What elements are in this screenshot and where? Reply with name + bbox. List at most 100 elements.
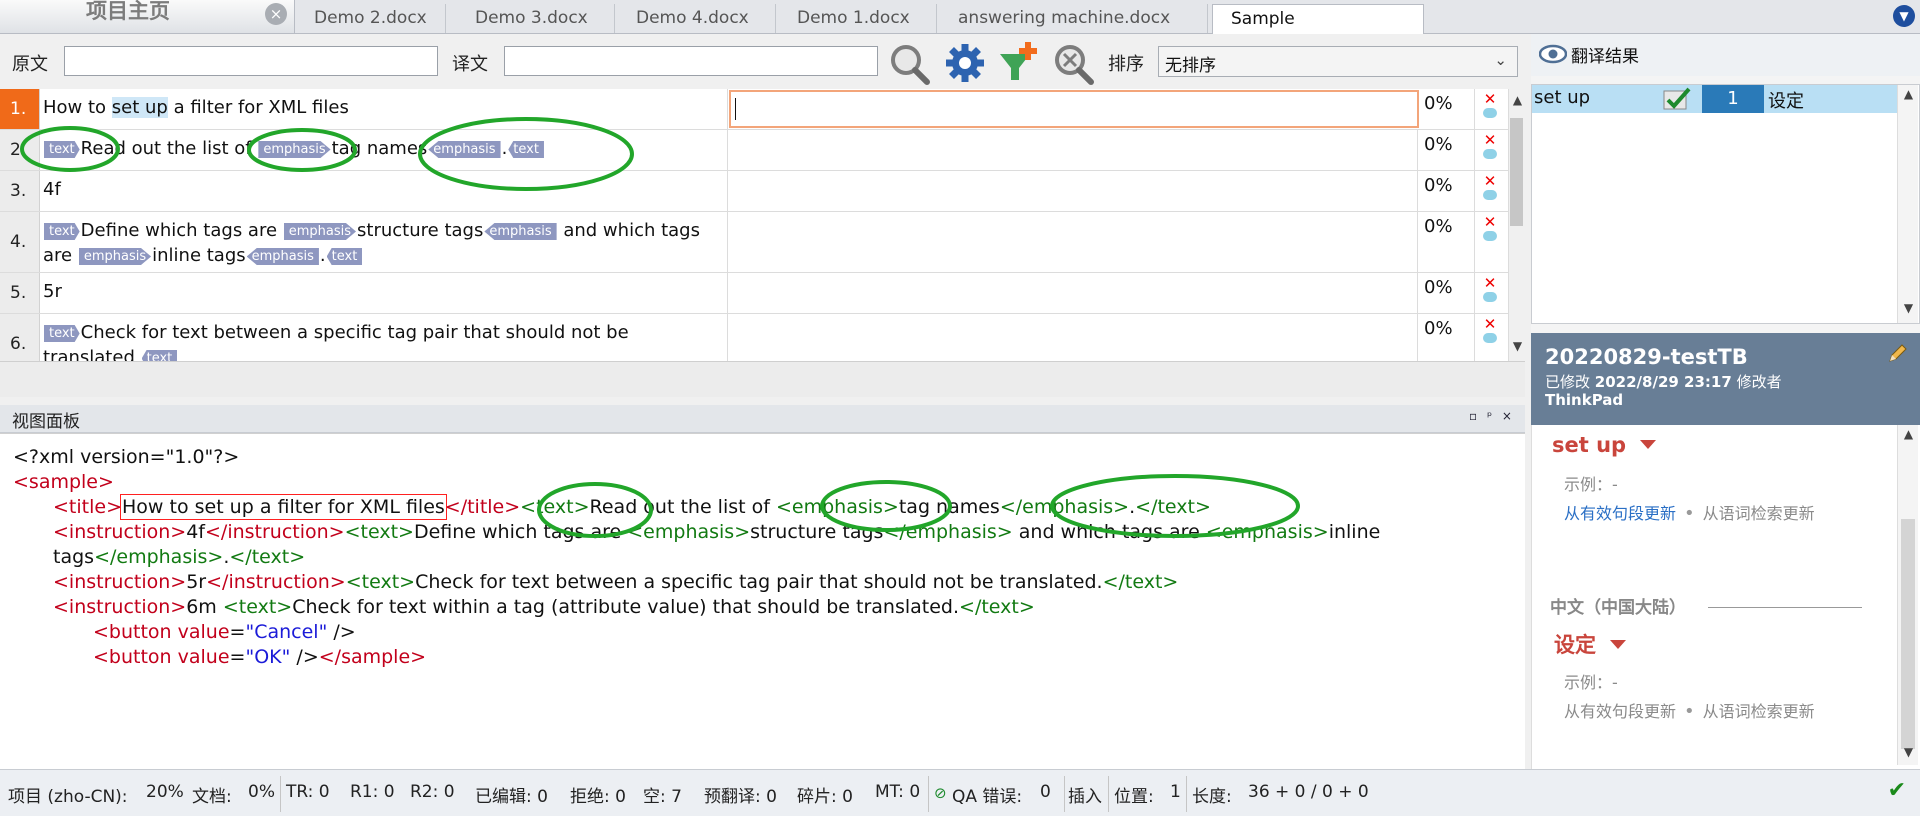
inline-tag-open[interactable]: text: [44, 141, 80, 158]
scroll-down-icon[interactable]: ▼: [1900, 745, 1917, 759]
tab-demo-1[interactable]: Demo 1.docx: [779, 4, 937, 33]
segment-row[interactable]: 3. 4f 0% ✕: [0, 171, 1508, 212]
not-confirmed-icon[interactable]: ✕: [1476, 275, 1504, 291]
not-confirmed-icon[interactable]: ✕: [1476, 132, 1504, 148]
segment-target[interactable]: [728, 273, 1418, 313]
status-mt: MT: 0: [875, 782, 921, 802]
not-confirmed-icon[interactable]: ✕: [1476, 316, 1504, 332]
xml-source-view[interactable]: <?xml version="1.0"?> <sample> <title>How …: [0, 433, 1525, 769]
comment-icon[interactable]: [1483, 108, 1497, 118]
settings-gear-icon[interactable]: [942, 40, 988, 86]
inline-tag-close[interactable]: text: [326, 248, 363, 265]
not-confirmed-icon[interactable]: ✕: [1476, 91, 1504, 107]
segment-target-editor[interactable]: [729, 90, 1419, 128]
segment-row[interactable]: 4. text Define which tags are emphasis str…: [0, 212, 1508, 273]
source-text: How to: [43, 97, 112, 118]
segment-target[interactable]: [728, 212, 1418, 272]
xml-inner-tag: <text>: [345, 571, 416, 593]
edit-pencil-icon[interactable]: [1886, 343, 1908, 365]
not-confirmed-icon[interactable]: ✕: [1476, 173, 1504, 189]
inline-tag-open[interactable]: emphasis: [283, 223, 357, 240]
status-bar: 项目 (zho-CN): 20% 文档: 0% TR: 0 R1: 0 R2: …: [0, 769, 1920, 816]
target-language: 中文（中国大陆）: [1550, 598, 1686, 618]
source-term: set up: [1552, 433, 1627, 457]
translation-results-table: set up 1 设定: [1531, 84, 1920, 324]
update-from-lookup-link[interactable]: 从语词检索更新: [1703, 504, 1815, 523]
inline-tag-close[interactable]: text: [508, 141, 544, 158]
tab-project-home[interactable]: 项目主页: [0, 0, 295, 33]
separator-dot: •: [1684, 503, 1695, 524]
xml-tag: </instruction>: [206, 571, 346, 593]
scroll-down-icon[interactable]: ▼: [1900, 301, 1917, 315]
termbase-scrollbar[interactable]: ▲ ▼: [1897, 425, 1918, 765]
xml-tag: </instruction>: [205, 521, 345, 543]
results-scrollbar[interactable]: ▲ ▼: [1897, 85, 1918, 323]
segment-row[interactable]: 5. 5r 0% ✕: [0, 273, 1508, 314]
scrollbar-thumb[interactable]: [1901, 519, 1915, 749]
target-filter-input[interactable]: [504, 46, 878, 76]
sort-select[interactable]: 无排序 ⌄: [1158, 46, 1518, 77]
tab-demo-3[interactable]: Demo 3.docx: [457, 4, 615, 33]
comment-icon[interactable]: [1483, 190, 1497, 200]
inline-tag-open[interactable]: text: [44, 223, 80, 240]
scrollbar-thumb[interactable]: [1510, 118, 1523, 226]
update-from-segment-link[interactable]: 从有效句段更新: [1564, 504, 1676, 523]
term-menu-caret-icon[interactable]: [1610, 640, 1626, 649]
target-term: 设定: [1554, 633, 1596, 657]
tab-demo-2[interactable]: Demo 2.docx: [296, 4, 446, 33]
xml-attribute-value: "Cancel": [245, 621, 328, 643]
status-divider: [928, 776, 929, 812]
tab-answering-machine[interactable]: answering machine.docx: [940, 4, 1208, 33]
translation-result-row[interactable]: set up 1 设定: [1532, 85, 1898, 113]
segment-target[interactable]: [728, 314, 1418, 361]
segment-target[interactable]: [728, 171, 1418, 211]
inline-tag-close[interactable]: emphasis: [428, 141, 501, 158]
tab-label: Demo 2.docx: [314, 8, 427, 28]
close-icon[interactable]: ×: [265, 3, 287, 25]
clear-filter-icon[interactable]: [1050, 40, 1096, 86]
comment-icon[interactable]: [1483, 149, 1497, 159]
segment-row[interactable]: 6. text Check for text between a specific…: [0, 314, 1508, 361]
search-icon[interactable]: [886, 40, 932, 86]
tab-sample-general[interactable]: Sample general.xml×: [1212, 4, 1424, 58]
term-menu-caret-icon[interactable]: [1640, 440, 1657, 449]
segment-number: 5.: [0, 273, 40, 313]
add-filter-icon[interactable]: [996, 40, 1042, 86]
segment-status-icons: ✕: [1476, 91, 1504, 118]
scroll-up-icon[interactable]: ▲: [1900, 87, 1917, 101]
inline-tag-close[interactable]: text: [141, 350, 178, 361]
inline-tag-open[interactable]: emphasis: [258, 141, 331, 158]
inline-tag-close[interactable]: emphasis: [246, 248, 319, 265]
xml-text: =: [229, 646, 246, 668]
update-from-segment-link[interactable]: 从有效句段更新: [1564, 702, 1676, 721]
comment-icon[interactable]: [1483, 333, 1497, 343]
update-from-lookup-link[interactable]: 从语词检索更新: [1703, 702, 1815, 721]
xml-inner-tag: <emphasis>: [627, 521, 751, 543]
xml-tag: <instruction>: [53, 571, 187, 593]
not-confirmed-icon[interactable]: ✕: [1476, 214, 1504, 230]
segment-target[interactable]: [728, 130, 1418, 170]
xml-inner-tag: </text>: [229, 546, 306, 568]
comment-icon[interactable]: [1483, 292, 1497, 302]
inline-tag-open[interactable]: emphasis: [78, 248, 152, 265]
source-filter-input[interactable]: [64, 46, 438, 76]
inline-tag-close[interactable]: emphasis: [484, 223, 557, 240]
status-qa-label[interactable]: QA 错误:: [952, 782, 1022, 807]
scroll-up-icon[interactable]: ▲: [1900, 427, 1917, 441]
xml-inner-tag: <text>: [222, 596, 293, 618]
splitter[interactable]: [0, 361, 1525, 397]
panel-window-buttons[interactable]: ▫ ᵖ ×: [1469, 409, 1515, 423]
segment-row[interactable]: 1. How to set up a filter for XML files …: [0, 89, 1508, 130]
text-caret: [735, 98, 736, 120]
status-insert-mode[interactable]: 插入: [1068, 782, 1102, 807]
comment-icon[interactable]: [1483, 231, 1497, 241]
tab-demo-4[interactable]: Demo 4.docx: [618, 4, 776, 33]
inline-tag-open[interactable]: text: [44, 325, 80, 342]
scroll-down-icon[interactable]: ▼: [1509, 339, 1526, 353]
segment-row[interactable]: 2. text Read out the list of emphasis tag …: [0, 130, 1508, 171]
scroll-up-icon[interactable]: ▲: [1509, 93, 1526, 107]
source-filter-label: 原文: [12, 54, 48, 75]
tab-list-dropdown-icon[interactable]: ▼: [1893, 5, 1915, 27]
segment-source: text Define which tags are emphasis struct…: [40, 212, 728, 272]
sort-select-value: 无排序: [1165, 56, 1216, 76]
